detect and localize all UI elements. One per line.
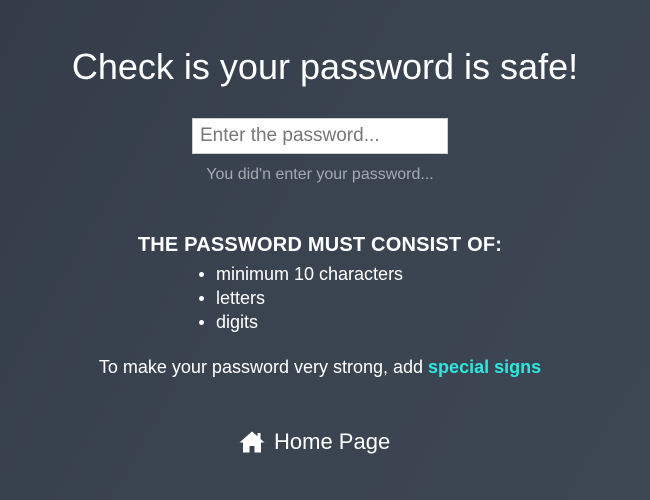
rule-item-digits: digits [198, 310, 403, 334]
home-page-link[interactable]: Home Page [238, 428, 390, 456]
home-page-label: Home Page [274, 429, 391, 454]
password-input[interactable] [192, 118, 448, 154]
rule-item-letters: letters [198, 286, 403, 310]
rule-item-min-length: minimum 10 characters [198, 264, 404, 284]
rules-list: minimum 10 characters letters digits [198, 262, 404, 334]
special-signs-link[interactable]: special signs [428, 357, 541, 377]
page-title: Check is your password is safe! [71, 46, 579, 87]
rules-heading: THE PASSWORD MUST CONSIST OF: [137, 234, 503, 256]
home-icon [238, 430, 266, 454]
strength-tip: To make your password very strong, add s… [0, 356, 640, 378]
strength-tip-text: To make your password very strong, add [98, 357, 429, 377]
password-status-message: You did'n enter your password... [206, 166, 434, 183]
